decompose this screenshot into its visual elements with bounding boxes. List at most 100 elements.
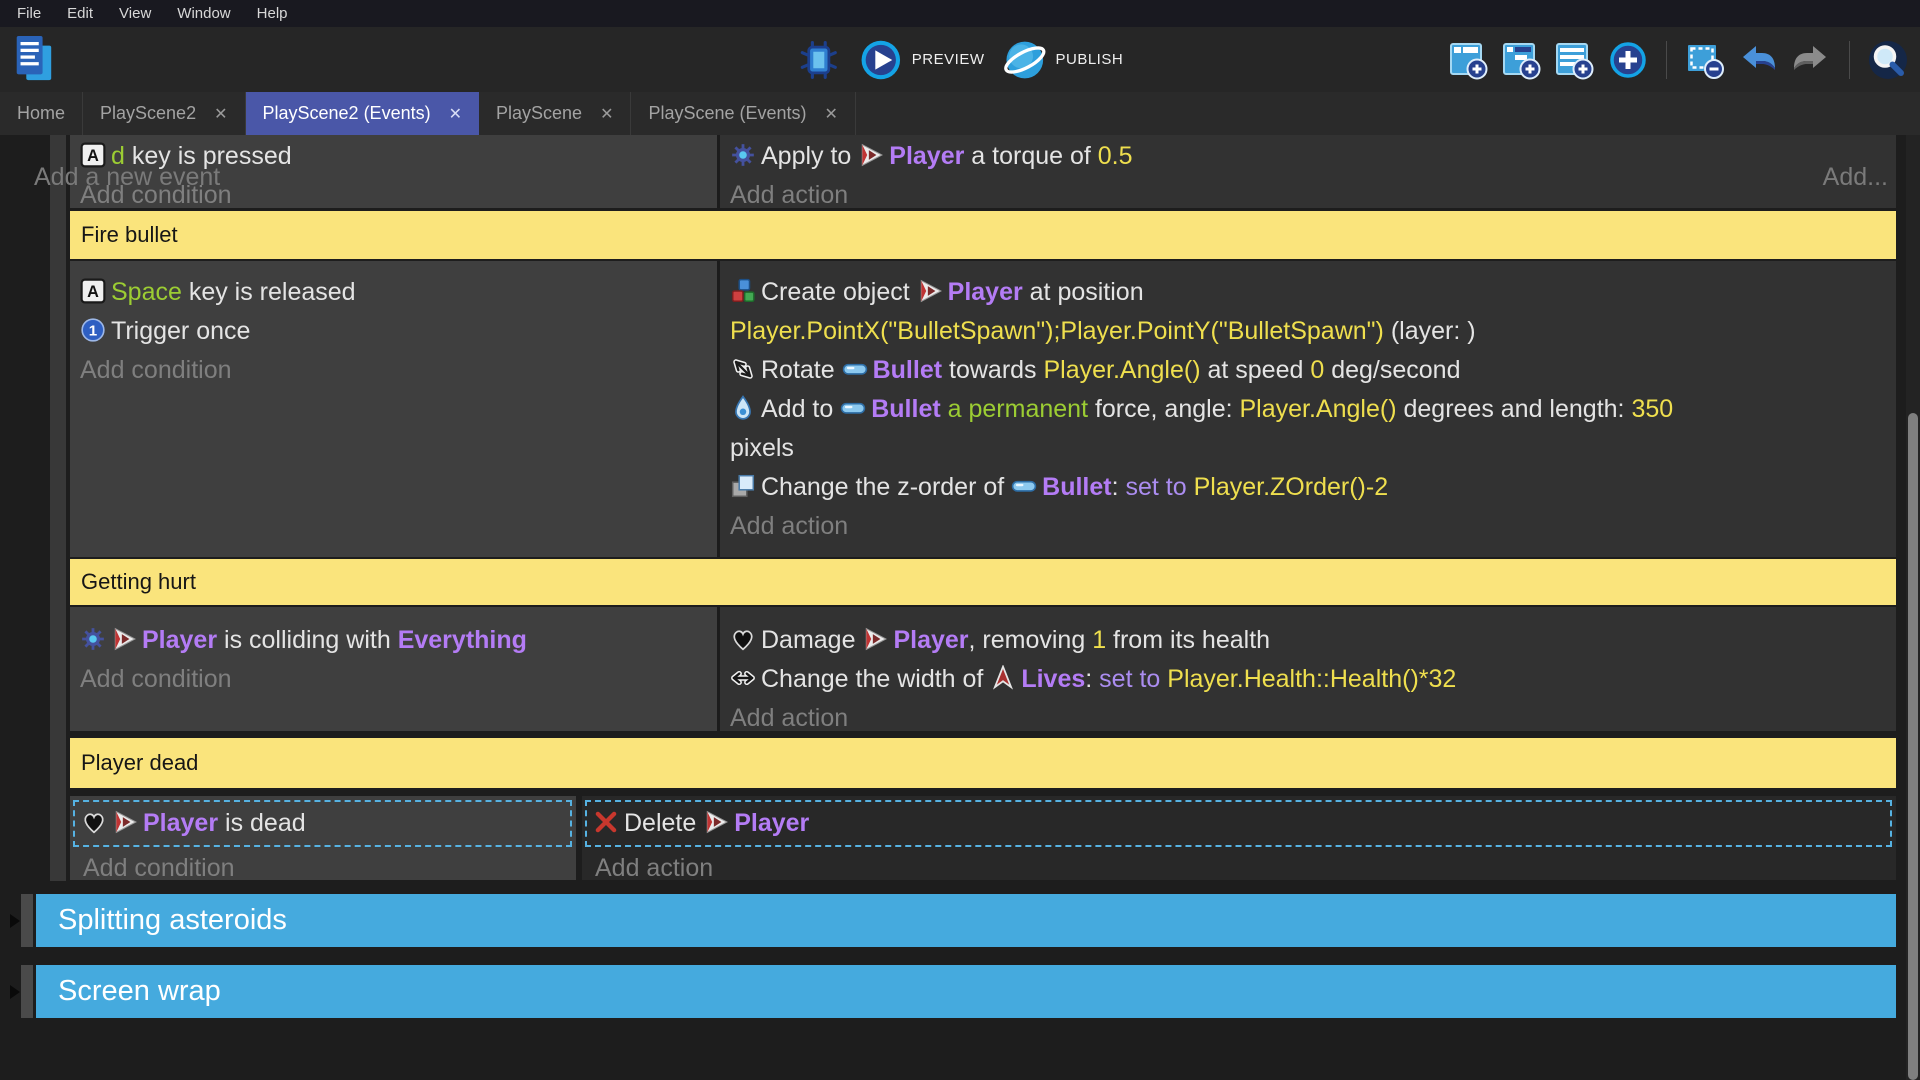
add-button[interactable]: Add...: [1823, 157, 1888, 197]
condition-text: key is released: [182, 278, 356, 306]
add-action-button[interactable]: Add action: [730, 699, 1882, 731]
undo-icon: [1738, 40, 1778, 80]
add-action-button[interactable]: Add action: [582, 849, 1896, 880]
add-circle-icon: [1608, 40, 1648, 80]
action-line[interactable]: Damage Player, removing 1 from its healt…: [730, 621, 1882, 660]
group-row[interactable]: Screen wrap: [36, 965, 1896, 1018]
add-new-event-button[interactable]: Add a new event: [34, 163, 220, 191]
search-button[interactable]: [1868, 40, 1908, 80]
action-line[interactable]: Player.PointX("BulletSpawn");Player.Poin…: [730, 312, 1882, 351]
action-text: 0: [1310, 356, 1324, 384]
action-text: at position: [1023, 278, 1144, 306]
tab-home[interactable]: Home: [0, 92, 83, 135]
add-condition-button[interactable]: Add condition: [70, 849, 576, 880]
group-handle[interactable]: [21, 965, 33, 1018]
tab-playscene-events[interactable]: PlayScene (Events)✕: [631, 92, 855, 135]
tab-playscene2[interactable]: PlayScene2✕: [83, 92, 245, 135]
tab-playscene[interactable]: PlayScene✕: [479, 92, 631, 135]
preview-button[interactable]: PREVIEW: [859, 38, 985, 82]
action-line[interactable]: Add to Bullet a permanent force, angle: …: [730, 390, 1882, 429]
action-text: , removing: [969, 626, 1093, 654]
actions-column: Damage Player, removing 1 from its healt…: [720, 607, 1896, 731]
condition-line[interactable]: ASpace key is released: [80, 273, 703, 312]
tab-close-icon[interactable]: ✕: [825, 104, 838, 124]
physics-icon: [80, 626, 106, 652]
redo-button[interactable]: [1791, 40, 1831, 80]
player-ship-icon: [111, 626, 137, 652]
add-comment-button[interactable]: [1555, 40, 1595, 80]
add-condition-button[interactable]: Add condition: [80, 351, 703, 390]
action-text: Player: [948, 278, 1023, 306]
action-text: Bullet: [1042, 473, 1111, 501]
menu-item-file[interactable]: File: [4, 0, 54, 27]
preview-label: PREVIEW: [912, 51, 985, 68]
action-text: deg/second: [1324, 356, 1460, 384]
publish-button[interactable]: PUBLISH: [1002, 38, 1123, 82]
add-action-button[interactable]: Add action: [730, 507, 1882, 546]
condition-line[interactable]: 1Trigger once: [80, 312, 703, 351]
action-line[interactable]: Rotate Bullet towards Player.Angle() at …: [730, 351, 1882, 390]
deselect-button[interactable]: [1685, 40, 1725, 80]
scrollbar-track[interactable]: [1906, 135, 1920, 1080]
action-text: set to: [1126, 473, 1194, 501]
add-circle-button[interactable]: [1608, 40, 1648, 80]
add-event-icon: [1449, 40, 1489, 80]
event-row: Player is dead Add condition Delete Player…: [70, 796, 1896, 880]
condition-text: Everything: [398, 626, 527, 654]
actions-column: Create object Player at positionPlayer.P…: [720, 261, 1896, 557]
group-row[interactable]: Splitting asteroids: [36, 894, 1896, 947]
action-text: Damage: [761, 626, 862, 654]
debugger-icon: [797, 38, 841, 82]
preview-play-icon: [859, 38, 903, 82]
deselect-icon: [1685, 40, 1725, 80]
menu-item-window[interactable]: Window: [164, 0, 243, 27]
action-text: Create object: [761, 278, 917, 306]
action-line[interactable]: pixels: [730, 429, 1882, 468]
action-text: Bullet: [873, 356, 942, 384]
bullet-icon: [840, 395, 866, 421]
heart-icon: [730, 626, 756, 652]
create-object-icon: [730, 278, 756, 304]
svg-text:1: 1: [89, 322, 97, 339]
action-text: from its health: [1106, 626, 1270, 654]
gdevelop-logo[interactable]: [10, 32, 56, 86]
group-handle[interactable]: [21, 894, 33, 947]
collapse-arrow-icon[interactable]: [10, 914, 20, 928]
menu-item-view[interactable]: View: [106, 0, 164, 27]
action-text: Player.Health::Health()*32: [1167, 665, 1456, 693]
action-line[interactable]: Create object Player at position: [730, 273, 1882, 312]
sheet-footer: Add a new event Add...: [34, 157, 1890, 199]
comment-row[interactable]: Player dead: [70, 738, 1896, 788]
delete-icon: [593, 809, 619, 835]
menu-item-help[interactable]: Help: [244, 0, 301, 27]
comment-row[interactable]: Fire bullet: [70, 211, 1896, 259]
add-subevent-button[interactable]: [1502, 40, 1542, 80]
group-label: Splitting asteroids: [58, 904, 287, 937]
tab-close-icon[interactable]: ✕: [449, 104, 462, 124]
group-bar[interactable]: Screen wrap: [36, 965, 1896, 1018]
add-event-button[interactable]: [1449, 40, 1489, 80]
tab-close-icon[interactable]: ✕: [214, 104, 227, 124]
collapse-arrow-icon[interactable]: [10, 985, 20, 999]
condition-line[interactable]: Player is colliding with Everything: [80, 621, 703, 660]
debugger-button[interactable]: [797, 38, 841, 82]
condition-line[interactable]: Player is dead: [81, 804, 564, 843]
tab-playscene2-events[interactable]: PlayScene2 (Events)✕: [246, 92, 480, 135]
comment-row[interactable]: Getting hurt: [70, 559, 1896, 605]
action-text: Bullet: [871, 395, 940, 423]
conditions-column: ASpace key is released1Trigger onceAdd c…: [70, 261, 720, 557]
action-text: Lives: [1021, 665, 1085, 693]
action-text: (layer: ): [1384, 317, 1476, 345]
action-line[interactable]: Change the width of Lives: set to Player…: [730, 660, 1882, 699]
action-text: Rotate: [761, 356, 842, 384]
action-line[interactable]: Change the z-order of Bullet: set to Pla…: [730, 468, 1882, 507]
event-row: Player is colliding with EverythingAdd c…: [70, 607, 1896, 731]
undo-button[interactable]: [1738, 40, 1778, 80]
add-condition-button[interactable]: Add condition: [80, 660, 703, 699]
tab-close-icon[interactable]: ✕: [600, 104, 613, 124]
scrollbar-thumb[interactable]: [1908, 413, 1918, 1080]
menu-item-edit[interactable]: Edit: [54, 0, 106, 27]
action-line[interactable]: Delete Player: [593, 804, 1884, 843]
player-ship-icon: [112, 809, 138, 835]
group-bar[interactable]: Splitting asteroids: [36, 894, 1896, 947]
